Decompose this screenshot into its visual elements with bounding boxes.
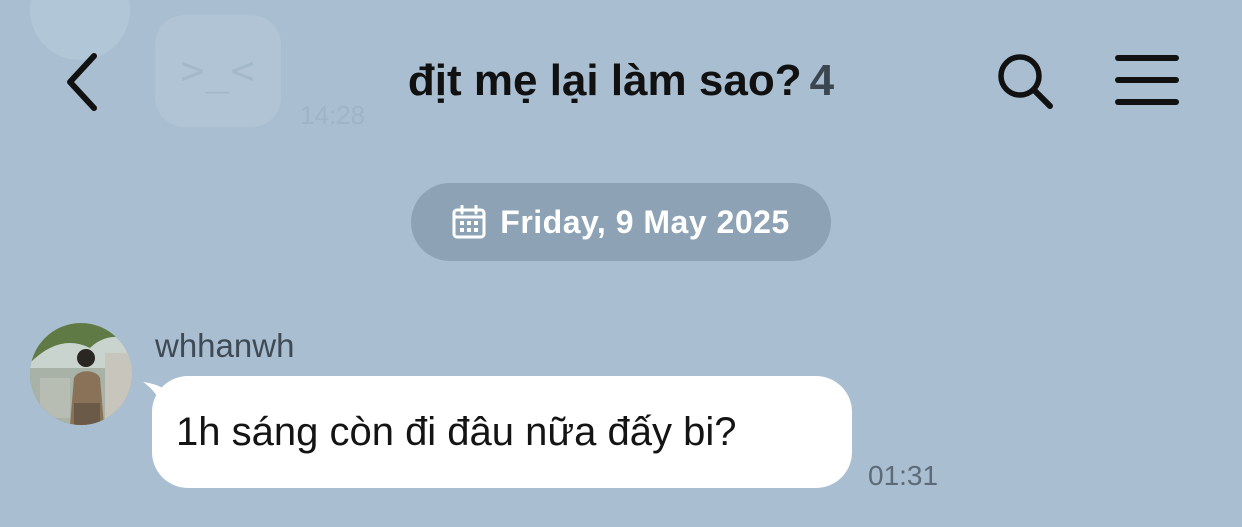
menu-button[interactable] — [1112, 50, 1182, 110]
back-button[interactable] — [52, 48, 112, 116]
chat-header: địt mẹ lại làm sao? 4 — [0, 0, 1242, 160]
date-divider: Friday, 9 May 2025 — [411, 183, 831, 261]
member-count: 4 — [809, 56, 835, 105]
search-icon — [998, 54, 1053, 109]
back-arrow-icon — [67, 53, 97, 111]
chat-title: địt mẹ lại làm sao? 4 — [300, 56, 942, 106]
message-text: 1h sáng còn đi đâu nữa đấy bi? — [176, 409, 737, 454]
date-label: Friday, 9 May 2025 — [500, 203, 790, 240]
sender-name[interactable]: whhanwh — [155, 327, 294, 365]
chat-title-text: địt mẹ lại làm sao? — [407, 56, 802, 105]
message-time: 01:31 — [868, 460, 939, 491]
avatar[interactable] — [30, 323, 132, 425]
search-button[interactable] — [994, 50, 1058, 114]
calendar-icon — [452, 205, 486, 239]
avatar-photo — [30, 323, 132, 425]
message-bubble[interactable]: 1h sáng còn đi đâu nữa đấy bi? — [152, 376, 852, 488]
hamburger-menu-icon — [1115, 55, 1179, 105]
chat-screen: >_< 14:28 địt mẹ lại làm sao? 4 Friday, … — [0, 0, 1242, 527]
